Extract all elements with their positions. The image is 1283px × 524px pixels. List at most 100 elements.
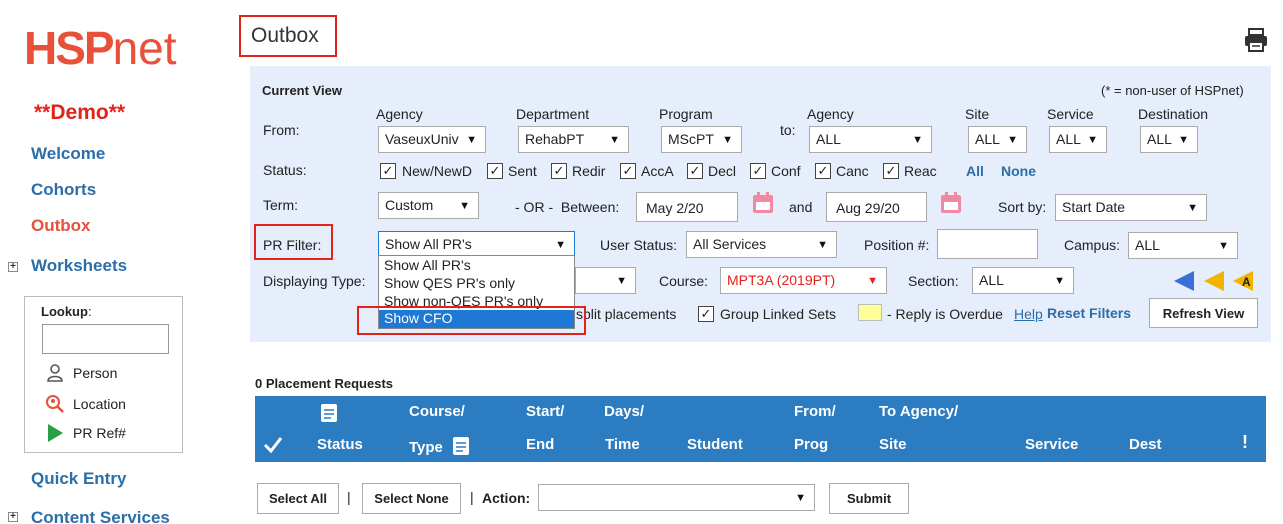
col-status[interactable]: Status xyxy=(317,436,363,453)
col-alert[interactable]: ! xyxy=(1242,432,1248,453)
chevron-down-icon: ▼ xyxy=(1087,134,1098,146)
select-all-check-icon[interactable] xyxy=(263,436,283,457)
calendar-icon[interactable] xyxy=(752,192,774,214)
section-select[interactable]: ALL ▼ xyxy=(972,267,1074,294)
alpha-arrow-icon[interactable]: A xyxy=(1232,270,1254,295)
nav-quick-entry[interactable]: Quick Entry xyxy=(31,469,126,489)
col-time[interactable]: Time xyxy=(605,436,640,453)
service-select[interactable]: ALL ▼ xyxy=(1049,126,1107,153)
col-service[interactable]: Service xyxy=(1025,436,1078,453)
status-checkbox[interactable]: ✓ xyxy=(487,163,503,179)
col-end[interactable]: End xyxy=(526,436,554,453)
chevron-down-icon: ▼ xyxy=(795,492,806,504)
status-checkbox[interactable]: ✓ xyxy=(380,163,396,179)
expand-icon[interactable]: + xyxy=(8,262,18,272)
service-header: Service xyxy=(1047,106,1094,122)
person-icon xyxy=(45,363,65,383)
status-checkbox[interactable]: ✓ xyxy=(883,163,899,179)
reset-filters-link[interactable]: Reset Filters xyxy=(1047,305,1131,321)
date-from-input[interactable]: May 2/20 xyxy=(636,192,738,222)
help-link[interactable]: Help xyxy=(1014,306,1043,322)
lookup-person[interactable]: Person xyxy=(45,363,117,383)
table-header: Status Course/ Type Start/ End Days/ Tim… xyxy=(255,396,1266,462)
sort-by-select[interactable]: Start Date ▼ xyxy=(1055,194,1207,221)
chevron-down-icon: ▼ xyxy=(1054,275,1065,287)
position-input[interactable] xyxy=(937,229,1038,259)
campus-select[interactable]: ALL ▼ xyxy=(1128,232,1238,259)
select-none-button[interactable]: Select None xyxy=(362,483,461,514)
chevron-down-icon: ▼ xyxy=(1187,202,1198,214)
lookup-input[interactable] xyxy=(42,324,169,354)
separator: | xyxy=(347,489,351,505)
status-option-label: Redir xyxy=(572,163,606,179)
col-student[interactable]: Student xyxy=(687,436,743,453)
nav-outbox[interactable]: Outbox xyxy=(31,216,91,236)
select-no-statuses-link[interactable]: None xyxy=(1001,163,1036,179)
pr-filter-option[interactable]: Show All PR's xyxy=(379,257,574,275)
chevron-down-icon: ▼ xyxy=(722,134,733,146)
location-search-icon xyxy=(45,394,65,414)
col-from[interactable]: From/ xyxy=(794,403,836,420)
action-select[interactable]: ▼ xyxy=(538,484,815,511)
reply-overdue-label: - Reply is Overdue xyxy=(887,306,1003,322)
calendar-icon[interactable] xyxy=(940,192,962,214)
col-start[interactable]: Start/ xyxy=(526,403,564,420)
status-checkbox[interactable]: ✓ xyxy=(551,163,567,179)
col-course[interactable]: Course/ xyxy=(409,403,465,420)
pr-filter-select[interactable]: Show All PR's ▼ xyxy=(378,231,575,258)
group-linked-sets-checkbox[interactable]: ✓ xyxy=(698,306,714,322)
to-agency-select[interactable]: ALL ▼ xyxy=(809,126,932,153)
status-checkbox[interactable]: ✓ xyxy=(687,163,703,179)
nav-worksheets[interactable]: Worksheets xyxy=(31,256,127,276)
pr-filter-option[interactable]: Show QES PR's only xyxy=(379,275,574,293)
chevron-down-icon: ▼ xyxy=(1007,134,1018,146)
from-agency-select[interactable]: VaseuxUniv ▼ xyxy=(378,126,486,153)
position-label: Position #: xyxy=(864,237,930,253)
term-select[interactable]: Custom ▼ xyxy=(378,192,479,219)
hspnet-logo: HSPnet xyxy=(24,22,177,74)
status-checkbox[interactable]: ✓ xyxy=(815,163,831,179)
displaying-type-label: Displaying Type: xyxy=(263,273,366,289)
back-arrow-icon[interactable] xyxy=(1203,270,1225,295)
select-all-button[interactable]: Select All xyxy=(257,483,339,514)
lookup-location[interactable]: Location xyxy=(45,394,126,414)
course-select[interactable]: MPT3A (2019PT) ▼ xyxy=(720,267,887,294)
col-to-agency[interactable]: To Agency/ xyxy=(879,403,958,420)
col-type[interactable]: Type xyxy=(409,439,443,456)
lookup-pr-ref[interactable]: PR Ref# xyxy=(45,423,126,443)
expand-icon[interactable]: + xyxy=(8,512,18,522)
program-header: Program xyxy=(659,106,713,122)
nav-welcome[interactable]: Welcome xyxy=(31,144,105,164)
program-select[interactable]: MScPT ▼ xyxy=(661,126,742,153)
nav-cohorts[interactable]: Cohorts xyxy=(31,180,96,200)
split-placements-label: split placements xyxy=(576,306,677,322)
non-user-note: (* = non-user of HSPnet) xyxy=(1101,83,1244,98)
status-checkbox[interactable]: ✓ xyxy=(750,163,766,179)
user-status-label: User Status: xyxy=(600,237,678,253)
print-icon[interactable] xyxy=(1243,28,1269,52)
status-checkbox[interactable]: ✓ xyxy=(620,163,636,179)
col-prog[interactable]: Prog xyxy=(794,436,828,453)
col-dest[interactable]: Dest xyxy=(1129,436,1162,453)
destination-select[interactable]: ALL ▼ xyxy=(1140,126,1198,153)
status-option-label: Decl xyxy=(708,163,737,179)
submit-button[interactable]: Submit xyxy=(829,483,909,514)
nav-content-services[interactable]: Content Services xyxy=(31,508,170,524)
refresh-view-button[interactable]: Refresh View xyxy=(1149,298,1258,328)
previous-arrow-icon[interactable] xyxy=(1173,270,1195,295)
site-header: Site xyxy=(965,106,990,122)
site-select[interactable]: ALL ▼ xyxy=(968,126,1027,153)
section-label: Section: xyxy=(908,273,959,289)
select-all-statuses-link[interactable]: All xyxy=(966,163,984,179)
user-status-select[interactable]: All Services ▼ xyxy=(686,231,837,258)
displaying-type-select[interactable]: ▼ xyxy=(575,267,636,294)
destination-header: Destination xyxy=(1138,106,1209,122)
col-site[interactable]: Site xyxy=(879,436,907,453)
lookup-location-label: Location xyxy=(73,396,126,412)
pr-filter-label: PR Filter: xyxy=(263,237,322,253)
page-title: Outbox xyxy=(239,15,337,57)
date-to-input[interactable]: Aug 29/20 xyxy=(826,192,927,222)
play-icon xyxy=(45,423,65,443)
department-select[interactable]: RehabPT ▼ xyxy=(518,126,629,153)
col-days[interactable]: Days/ xyxy=(604,403,644,420)
